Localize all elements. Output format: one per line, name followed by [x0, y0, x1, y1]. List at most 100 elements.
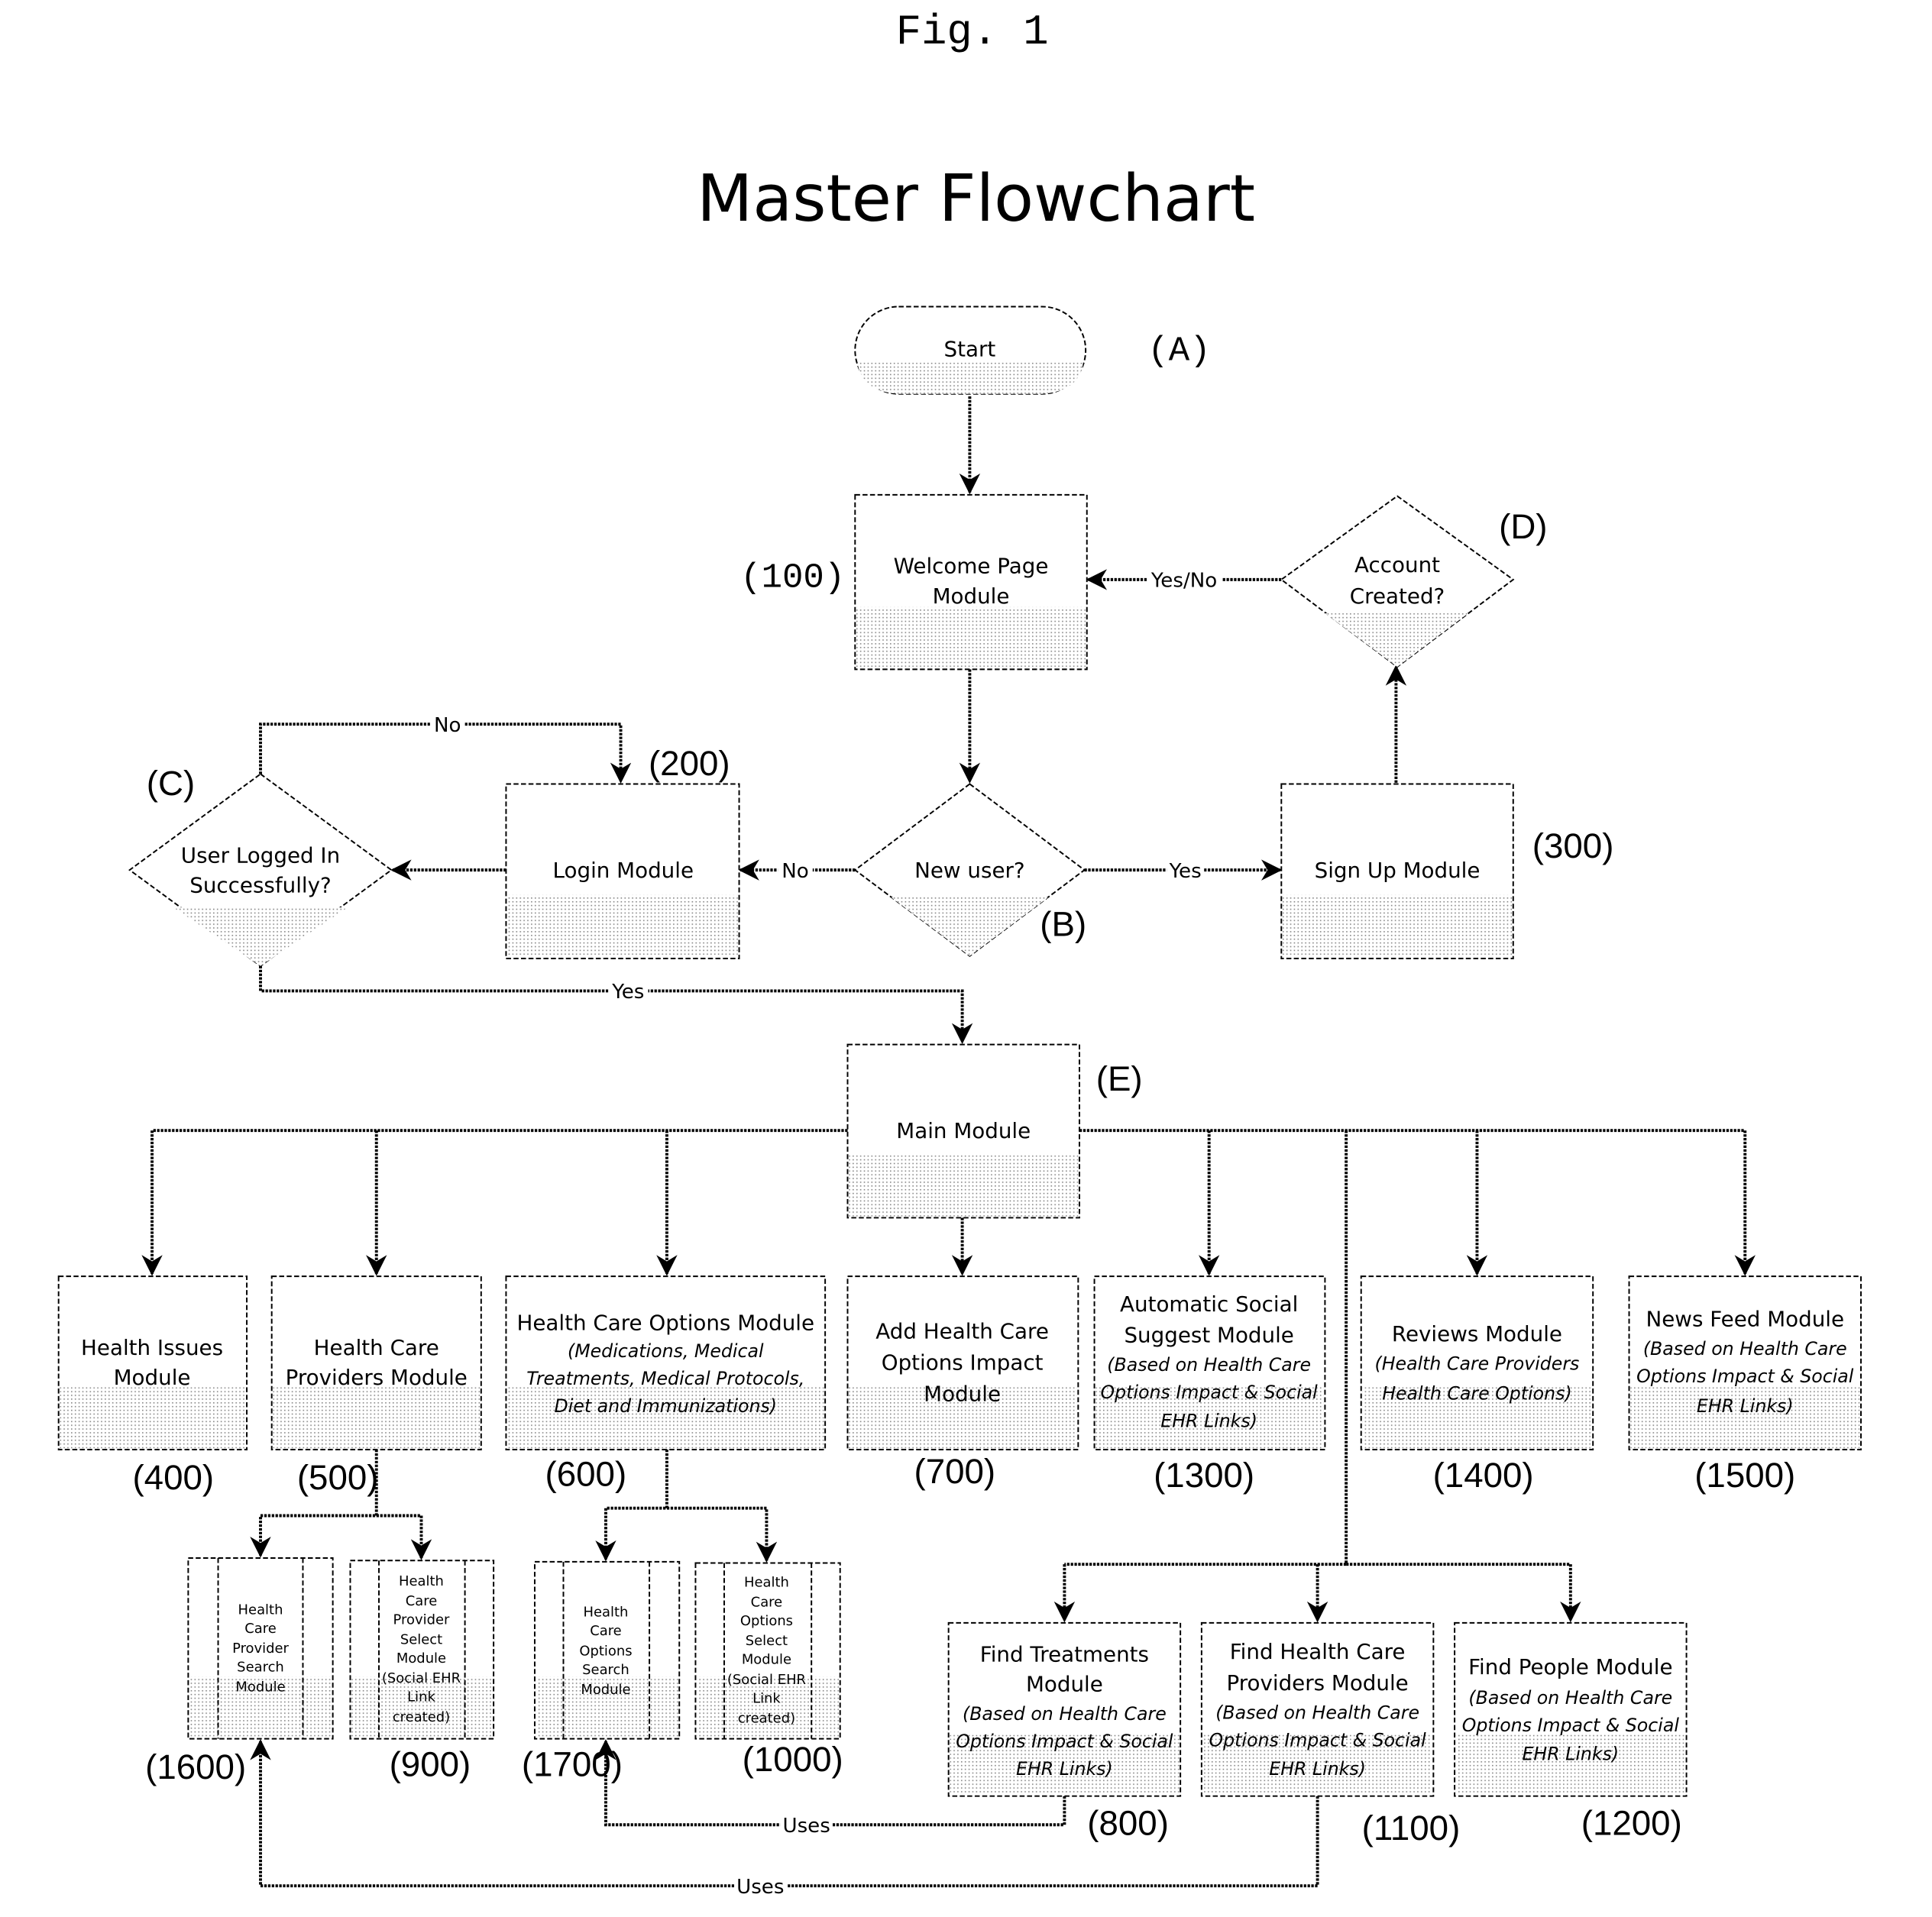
node-auto-suggest-module[interactable]: Automatic Social Suggest Module (Based o…: [1093, 1275, 1326, 1450]
page-title: Master Flowchart: [697, 161, 1255, 237]
node-account-line-1: Account: [1354, 552, 1440, 577]
node-login-module[interactable]: Login Module: [505, 783, 740, 959]
node-options-search-line-2: Care: [590, 1623, 622, 1639]
edge-label-retry-no: No: [434, 714, 461, 737]
node-find-providers-line-2: Providers Module: [1226, 1670, 1408, 1696]
node-reviews-module[interactable]: Reviews Module (Health Care Providers He…: [1360, 1275, 1594, 1450]
ref-400: (400): [132, 1458, 214, 1497]
ref-1200: (1200): [1581, 1803, 1682, 1842]
node-find-treatments-sub-3: EHR Links): [1016, 1758, 1113, 1780]
node-reviews-line-1: Reviews Module: [1392, 1321, 1562, 1346]
node-main-label: Main Module: [896, 1118, 1031, 1143]
node-news-feed-module[interactable]: News Feed Module (Based on Health Care O…: [1628, 1275, 1862, 1450]
node-find-treatments-line-1: Find Treatments: [980, 1641, 1149, 1666]
node-options-select-line-8: created): [738, 1710, 795, 1726]
node-providers-line-2: Providers Module: [286, 1365, 468, 1390]
node-options-select-line-7: Link: [752, 1690, 781, 1706]
node-find-people-sub-3: EHR Links): [1522, 1743, 1619, 1764]
node-auto-suggest-sub-1: (Based on Health Care: [1107, 1354, 1311, 1376]
node-auto-suggest-sub-3: EHR Links): [1160, 1411, 1257, 1432]
ref-700: (700): [914, 1452, 995, 1491]
node-health-care-providers-module[interactable]: Health Care Providers Module: [270, 1275, 482, 1450]
node-options-select-line-1: Health: [744, 1575, 789, 1591]
node-news-feed-line-1: News Feed Module: [1646, 1306, 1844, 1331]
ref-c: (C): [147, 764, 195, 803]
node-options-select-module[interactable]: Health Care Options Select Module (Socia…: [694, 1562, 841, 1740]
edge-label-uses-providers: Uses: [736, 1876, 784, 1899]
node-start[interactable]: Start: [854, 305, 1087, 395]
ref-1600: (1600): [145, 1747, 246, 1786]
node-login-label: Login Module: [553, 858, 694, 883]
node-options-sub-1: (Medications, Medical: [568, 1340, 764, 1362]
node-add-impact-line-2: Options Impact: [882, 1350, 1044, 1376]
node-provider-search-line-4: Search: [237, 1659, 284, 1675]
ref-d: (D): [1499, 507, 1547, 546]
ref-500: (500): [297, 1458, 379, 1497]
edge-label-logged-in-yes: Yes: [611, 981, 644, 1004]
node-add-impact-module[interactable]: Add Health Care Options Impact Module: [846, 1275, 1079, 1450]
node-sign-up-module[interactable]: Sign Up Module: [1280, 783, 1514, 959]
node-options-title: Health Care Options Module: [516, 1310, 814, 1335]
node-find-people-sub-2: Options Impact & Social: [1462, 1715, 1680, 1736]
node-find-treatments-sub-2: Options Impact & Social: [956, 1731, 1173, 1752]
node-health-care-options-module[interactable]: Health Care Options Module (Medications,…: [505, 1275, 827, 1450]
node-add-impact-line-3: Module: [924, 1381, 1001, 1406]
node-provider-select-line-1: Health: [399, 1573, 444, 1589]
node-provider-select-line-6: (Social EHR: [382, 1670, 461, 1686]
node-find-people-line-1: Find People Module: [1468, 1654, 1672, 1679]
node-provider-select-module[interactable]: Health Care Provider Select Module (Soci…: [349, 1560, 495, 1740]
node-find-treatments-module[interactable]: Find Treatments Module (Based on Health …: [947, 1621, 1182, 1797]
node-provider-search-line-3: Provider: [232, 1641, 289, 1657]
node-find-people-module[interactable]: Find People Module (Based on Health Care…: [1454, 1621, 1688, 1797]
node-add-impact-line-1: Add Health Care: [875, 1319, 1049, 1344]
node-main-module[interactable]: Main Module: [846, 1043, 1080, 1219]
ref-1400: (1400): [1433, 1456, 1534, 1495]
node-options-select-line-4: Select: [746, 1633, 788, 1649]
node-logged-in-line-1: User Logged In: [181, 842, 340, 868]
node-provider-select-line-2: Care: [406, 1593, 438, 1609]
edge-500-900: [376, 1514, 432, 1560]
node-options-sub-3: Diet and Immunizations): [555, 1395, 778, 1417]
node-welcome-line-2: Module: [933, 584, 1010, 609]
node-options-select-line-3: Options: [740, 1613, 793, 1629]
node-account-line-2: Created?: [1350, 584, 1445, 609]
node-reviews-sub-1: (Health Care Providers: [1375, 1353, 1580, 1375]
node-reviews-sub-2: Health Care Options): [1382, 1383, 1572, 1405]
node-find-treatments-line-2: Module: [1026, 1672, 1103, 1697]
node-options-select-line-5: Module: [742, 1652, 791, 1668]
node-provider-search-line-5: Module: [235, 1679, 285, 1696]
node-logged-in-line-2: Successfully?: [189, 873, 332, 898]
node-find-people-sub-1: (Based on Health Care: [1468, 1687, 1672, 1708]
node-account-created-decision[interactable]: Account Created?: [1280, 495, 1515, 668]
node-provider-search-line-1: Health: [238, 1602, 283, 1618]
node-options-search-module[interactable]: Health Care Options Search Module: [533, 1560, 681, 1740]
node-options-search-line-1: Health: [584, 1605, 629, 1621]
node-provider-select-line-5: Module: [396, 1650, 446, 1666]
master-flowchart: Fig. 1 Master Flowchart Yes/No No Yes No…: [57, 8, 1862, 1899]
node-welcome-page-module[interactable]: Welcome Page Module: [854, 493, 1088, 671]
node-options-sub-2: Treatments, Medical Protocols,: [526, 1368, 804, 1389]
ref-100: (100): [740, 558, 845, 598]
node-options-search-line-3: Options: [579, 1643, 632, 1659]
node-find-providers-sub-1: (Based on Health Care: [1215, 1702, 1419, 1724]
ref-300: (300): [1532, 826, 1614, 865]
node-signup-label: Sign Up Module: [1315, 858, 1481, 883]
node-auto-suggest-line-1: Automatic Social: [1120, 1291, 1298, 1317]
ref-900: (900): [390, 1745, 471, 1784]
node-provider-select-line-8: created): [393, 1709, 450, 1725]
node-provider-search-module[interactable]: Health Care Provider Search Module: [187, 1557, 334, 1740]
ref-600: (600): [545, 1454, 627, 1493]
ref-1000: (1000): [743, 1740, 843, 1779]
node-options-search-line-4: Search: [582, 1662, 629, 1678]
node-health-issues-module[interactable]: Health Issues Module: [57, 1275, 248, 1450]
node-provider-search-line-2: Care: [244, 1621, 277, 1637]
edge-label-new-user-no: No: [782, 860, 808, 883]
ref-e: (E): [1096, 1059, 1143, 1098]
node-health-issues-line-2: Module: [114, 1365, 191, 1390]
node-health-issues-line-1: Health Issues: [81, 1335, 223, 1360]
edge-loggedin-main: [259, 965, 973, 1045]
node-find-providers-module[interactable]: Find Health Care Providers Module (Based…: [1200, 1621, 1435, 1797]
ref-1300: (1300): [1154, 1456, 1254, 1495]
edge-label-yes-no: Yes/No: [1150, 570, 1217, 593]
edge-label-new-user-yes: Yes: [1169, 860, 1202, 883]
